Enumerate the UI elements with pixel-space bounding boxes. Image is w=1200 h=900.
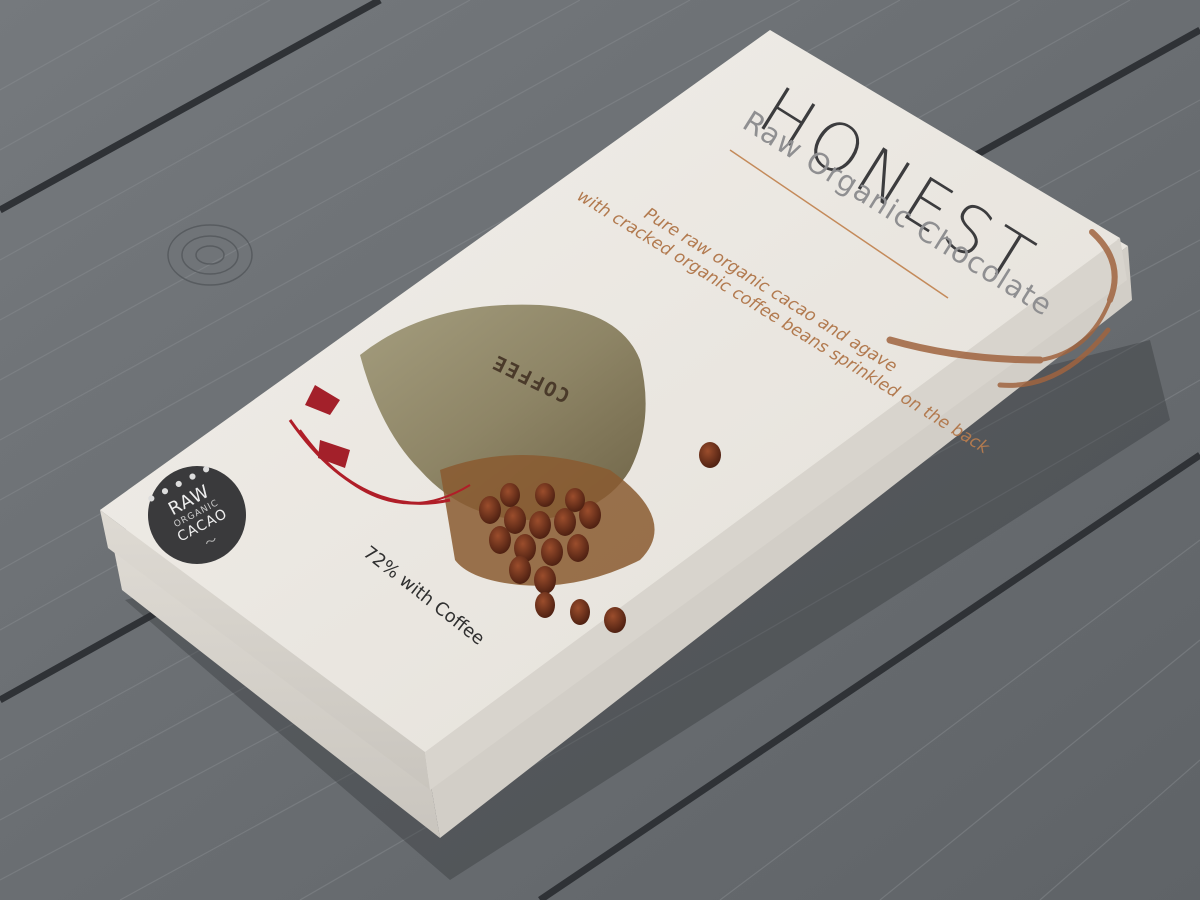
product-photo <box>0 0 1200 900</box>
